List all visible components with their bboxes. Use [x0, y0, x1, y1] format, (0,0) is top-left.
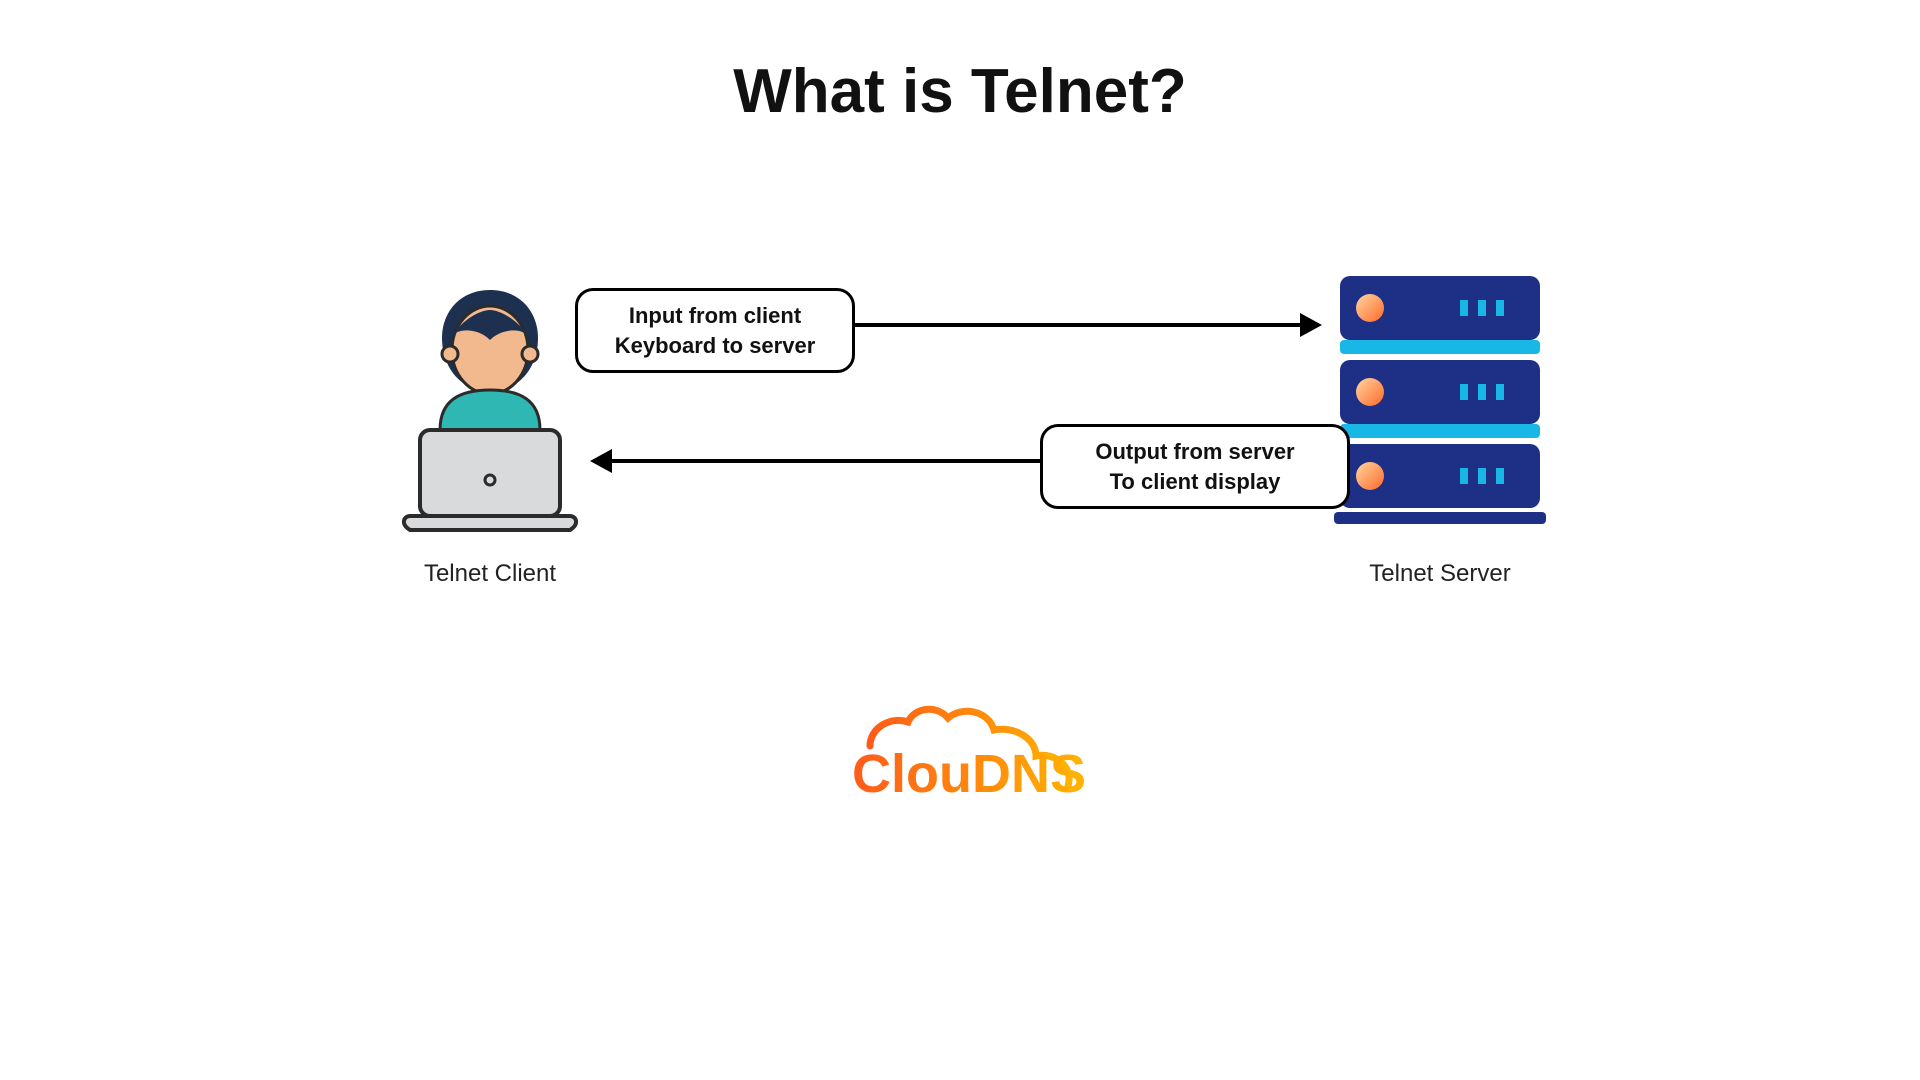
client-label: Telnet Client — [390, 560, 590, 588]
output-bubble: Output from server To client display — [1040, 424, 1350, 509]
output-line1: Output from server — [1067, 437, 1323, 467]
input-line2: Keyboard to server — [602, 331, 828, 361]
input-bubble: Input from client Keyboard to server — [575, 288, 855, 373]
page-title: What is Telnet? — [240, 56, 1680, 127]
input-arrow-head — [1300, 313, 1322, 337]
logo-text: ClouDNS — [852, 744, 1086, 804]
input-line1: Input from client — [602, 301, 828, 331]
input-arrow-line — [854, 323, 1304, 327]
server-label: Telnet Server — [1330, 560, 1550, 588]
output-arrow-line — [610, 459, 1040, 463]
server-icon — [1330, 270, 1550, 545]
output-line2: To client display — [1067, 467, 1323, 497]
cloudns-logo: ClouDNS — [240, 700, 1680, 815]
output-arrow-head — [590, 449, 612, 473]
client-icon — [390, 280, 590, 545]
